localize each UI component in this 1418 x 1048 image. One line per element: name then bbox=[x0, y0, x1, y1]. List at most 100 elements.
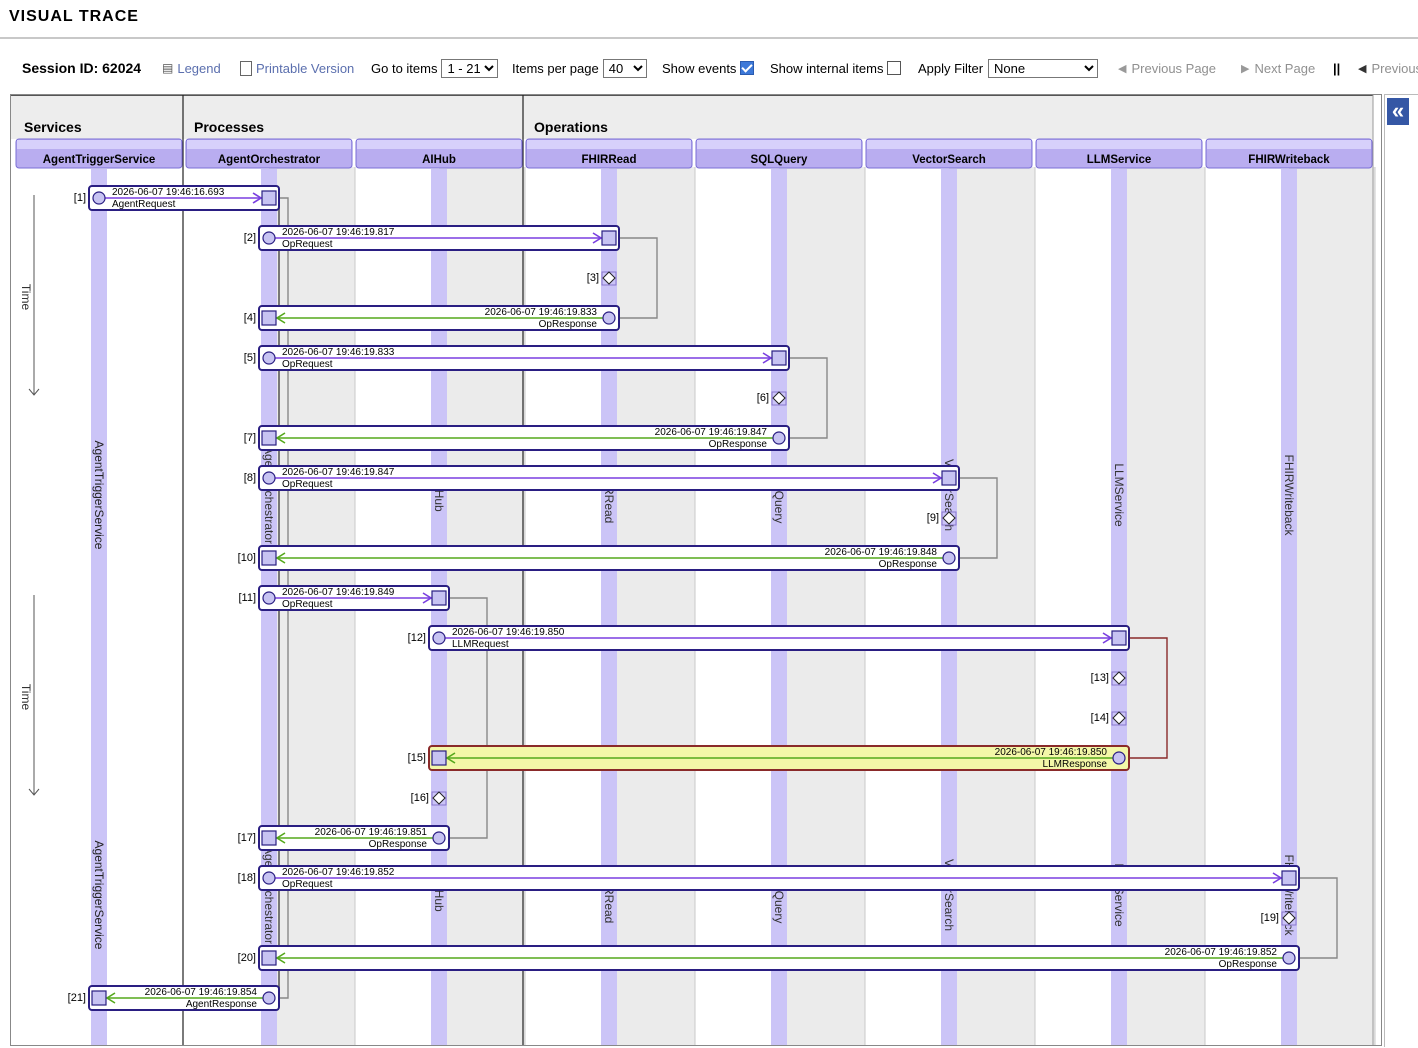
column-header-label: LLMService bbox=[1087, 154, 1152, 166]
message-item[interactable]: [17] 2026-06-07 19:46:19.851OpResponse bbox=[238, 825, 450, 851]
session-id: Session ID: 62024 bbox=[22, 60, 142, 76]
column-header-label: SQLQuery bbox=[751, 154, 808, 166]
target-square-icon bbox=[771, 350, 787, 366]
column-shade bbox=[949, 167, 1035, 1045]
source-circle-icon bbox=[262, 591, 276, 605]
column-shade bbox=[439, 167, 525, 1045]
message-index: [10] bbox=[238, 552, 256, 564]
message-item[interactable]: [10] 2026-06-07 19:46:19.848OpResponse bbox=[238, 545, 960, 571]
event-index: [19] bbox=[1261, 912, 1279, 924]
event-index: [13] bbox=[1091, 672, 1109, 684]
message-index: [11] bbox=[238, 592, 256, 604]
lane-label: AgentOrchestrator bbox=[262, 446, 276, 544]
show-events-checkbox[interactable] bbox=[740, 61, 755, 75]
message-item[interactable]: [20] 2026-06-07 19:46:19.852OpResponse bbox=[238, 945, 1300, 971]
event-item[interactable]: [16] bbox=[411, 791, 447, 806]
target-square-icon bbox=[601, 230, 617, 246]
message-item[interactable]: [4] 2026-06-07 19:46:19.833OpResponse bbox=[244, 305, 620, 331]
source-circle-icon bbox=[262, 471, 276, 485]
legend-link[interactable]: ▤ Legend bbox=[162, 56, 221, 80]
column-shade bbox=[1119, 167, 1205, 1045]
event-index: [6] bbox=[757, 392, 769, 404]
column-header-agenttriggerservice[interactable]: AgentTriggerService bbox=[15, 138, 183, 169]
message-item[interactable]: [1] 2026-06-07 19:46:16.693AgentRequest bbox=[74, 185, 280, 211]
message-type: AgentRequest bbox=[112, 199, 176, 210]
goto-items-select[interactable]: 1 - 21 bbox=[441, 58, 499, 78]
message-item[interactable]: [21] 2026-06-07 19:46:19.854AgentResponse bbox=[68, 985, 280, 1011]
column-header-llmservice[interactable]: LLMService bbox=[1035, 138, 1203, 169]
message-index: [4] bbox=[244, 312, 256, 324]
time-label: Time bbox=[19, 284, 33, 311]
filter-select[interactable]: None bbox=[988, 58, 1099, 78]
source-circle-icon bbox=[432, 631, 446, 645]
next-page-button[interactable]: ▶ Next Page bbox=[1241, 56, 1315, 80]
source-circle-icon bbox=[1112, 751, 1126, 765]
column-header-fhirread[interactable]: FHIRRead bbox=[525, 138, 693, 169]
message-type: OpResponse bbox=[879, 559, 938, 570]
column-header-label: FHIRRead bbox=[582, 154, 637, 166]
target-square-icon bbox=[261, 430, 277, 446]
collapse-panel-button[interactable]: « bbox=[1387, 98, 1409, 125]
source-circle-icon bbox=[92, 191, 106, 205]
column-header-vectorsearch[interactable]: VectorSearch bbox=[865, 138, 1033, 169]
legend-label: Legend bbox=[177, 60, 221, 76]
printable-version-link[interactable]: Printable Version bbox=[240, 56, 354, 80]
show-internal-checkbox[interactable] bbox=[887, 61, 902, 75]
message-item[interactable]: [5] 2026-06-07 19:46:19.833OpRequest bbox=[244, 345, 790, 371]
message-timestamp: 2026-06-07 19:46:16.693 bbox=[112, 187, 225, 198]
items-per-page-select[interactable]: 40 bbox=[602, 58, 647, 78]
message-type: AgentResponse bbox=[186, 999, 258, 1010]
target-square-icon bbox=[261, 190, 277, 206]
previous-page-button[interactable]: ◀ Previous Page bbox=[1118, 56, 1216, 80]
toolbar-separator: || bbox=[1333, 60, 1341, 76]
message-item[interactable]: [15] 2026-06-07 19:46:19.850LLMResponse bbox=[408, 745, 1130, 771]
column-header-sqlquery[interactable]: SQLQuery bbox=[695, 138, 863, 169]
column-header-gloss bbox=[1037, 140, 1201, 149]
message-timestamp: 2026-06-07 19:46:19.817 bbox=[282, 227, 395, 238]
target-square-icon bbox=[261, 830, 277, 846]
message-type: OpResponse bbox=[539, 319, 598, 330]
triangle-right-icon: ▶ bbox=[1241, 62, 1250, 75]
message-item[interactable]: [12] 2026-06-07 19:46:19.850LLMRequest bbox=[408, 625, 1130, 651]
lane-label: AgentOrchestrator bbox=[262, 846, 276, 944]
lane-label: LLMService bbox=[1112, 463, 1126, 527]
column-header-label: AgentOrchestrator bbox=[218, 154, 321, 166]
group-label-services: Services bbox=[24, 119, 82, 135]
show-events-label: Show events bbox=[662, 60, 737, 76]
goto-label: Go to items bbox=[371, 60, 438, 76]
message-timestamp: 2026-06-07 19:46:19.851 bbox=[315, 827, 428, 838]
message-item[interactable]: [11] 2026-06-07 19:46:19.849OpRequest bbox=[238, 585, 450, 611]
event-item[interactable]: [19] bbox=[1261, 911, 1297, 926]
target-square-icon bbox=[261, 550, 277, 566]
column-header-label: FHIRWriteback bbox=[1248, 154, 1330, 166]
column-header-gloss bbox=[187, 140, 351, 149]
column-header-label: VectorSearch bbox=[912, 154, 986, 166]
target-square-icon bbox=[1111, 630, 1127, 646]
message-index: [12] bbox=[408, 632, 426, 644]
message-index: [5] bbox=[244, 352, 256, 364]
printable-version-label: Printable Version bbox=[256, 60, 355, 76]
event-item[interactable]: [14] bbox=[1091, 711, 1127, 726]
message-item[interactable]: [7] 2026-06-07 19:46:19.847OpResponse bbox=[244, 425, 790, 451]
message-item[interactable]: [8] 2026-06-07 19:46:19.847OpRequest bbox=[244, 465, 960, 491]
source-circle-icon bbox=[262, 991, 276, 1005]
title-divider bbox=[0, 37, 1418, 39]
column-header-gloss bbox=[17, 140, 181, 149]
column-header-fhirwriteback[interactable]: FHIRWriteback bbox=[1205, 138, 1373, 169]
items-per-page-label: Items per page bbox=[512, 60, 599, 76]
previous-button[interactable]: ◀ Previous bbox=[1358, 56, 1418, 80]
side-panel bbox=[1384, 94, 1418, 1047]
source-circle-icon bbox=[262, 231, 276, 245]
source-circle-icon bbox=[602, 311, 616, 325]
column-header-aihub[interactable]: AIHub bbox=[355, 138, 523, 169]
lane-label: AgentTriggerService bbox=[92, 841, 106, 950]
event-item[interactable]: [13] bbox=[1091, 671, 1127, 686]
message-item[interactable]: [18] 2026-06-07 19:46:19.852OpRequest bbox=[238, 865, 1300, 891]
message-item[interactable]: [2] 2026-06-07 19:46:19.817OpRequest bbox=[244, 225, 620, 251]
column-header-agentorchestrator[interactable]: AgentOrchestrator bbox=[185, 138, 353, 169]
message-timestamp: 2026-06-07 19:46:19.847 bbox=[655, 427, 768, 438]
message-type: OpRequest bbox=[282, 239, 333, 250]
app-title: VISUAL TRACE bbox=[9, 8, 139, 25]
column-header-gloss bbox=[867, 140, 1031, 149]
message-index: [21] bbox=[68, 992, 86, 1004]
